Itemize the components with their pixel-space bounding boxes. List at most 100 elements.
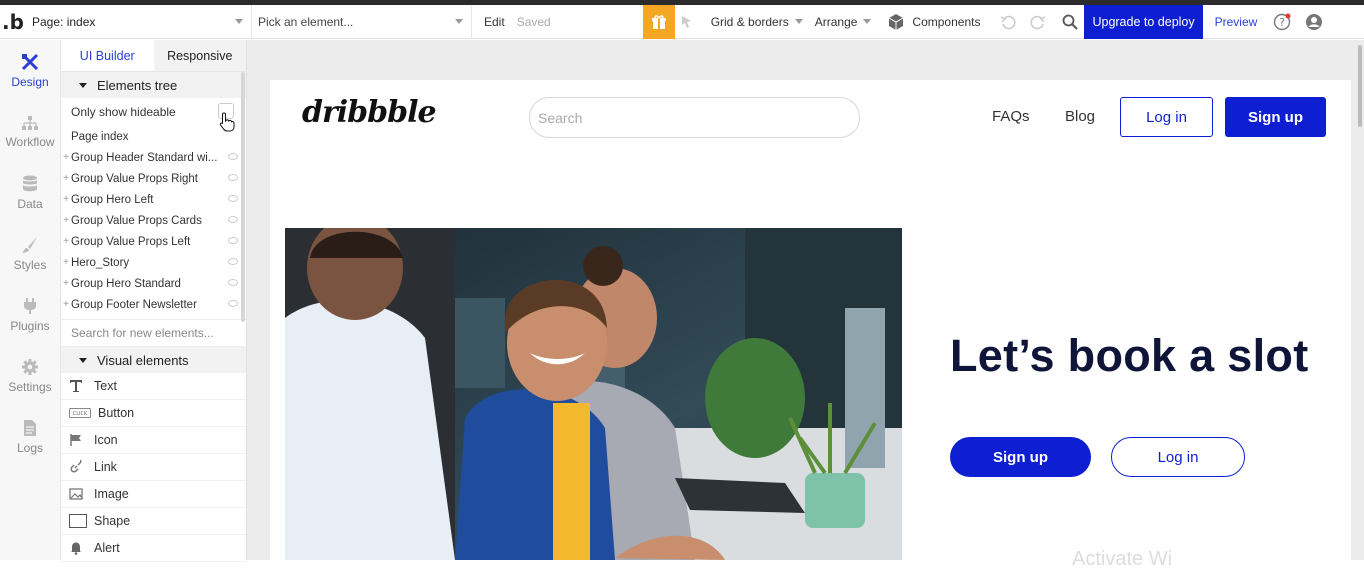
editor-sidebar: Design Workflow Data Styles Plugins Sett… [0,40,61,560]
tree-item-label: Group Value Props Cards [71,214,202,227]
visual-element-icon[interactable]: Icon [61,427,246,454]
tree-item[interactable]: + Group Value Props Right [61,168,246,189]
elements-tree-header[interactable]: Elements tree [61,72,246,98]
flag-icon [69,433,94,447]
nav-link-faqs[interactable]: FAQs [992,108,1030,125]
caret-down-icon [79,357,87,363]
tree-item-page[interactable]: Page index [61,126,246,147]
elements-tree-title: Elements tree [97,77,178,93]
tree-item[interactable]: + Group Hero Standard [61,273,246,294]
sidebar-item-design[interactable]: Design [0,40,60,101]
tree-item[interactable]: + Group Footer Newsletter [61,294,246,315]
design-icon [21,53,39,70]
gift-icon[interactable] [642,4,675,39]
only-show-hideable-label: Only show hideable [71,105,176,119]
gear-icon [22,358,38,375]
panel-scrollbar[interactable] [241,72,245,322]
sidebar-item-plugins[interactable]: Plugins [0,284,60,345]
eye-icon[interactable] [228,258,238,265]
hero-title: Let’s book a slot [950,330,1309,381]
text-icon [69,379,94,393]
expand-icon[interactable]: + [61,299,71,310]
visual-elements-header[interactable]: Visual elements [61,347,246,373]
arrange-label: Arrange [814,14,858,29]
expand-icon[interactable]: + [61,257,71,268]
visual-element-shape[interactable]: Shape [61,508,246,535]
workflow-icon [22,115,38,130]
nav-link-blog[interactable]: Blog [1065,108,1095,125]
bubble-logo[interactable]: .b [0,5,26,39]
edit-button[interactable]: Edit [472,5,511,39]
visual-element-text[interactable]: Text [61,373,246,400]
visual-element-image[interactable]: Image [61,481,246,508]
tab-ui-builder[interactable]: UI Builder [61,40,154,71]
header-login-button[interactable]: Log in [1120,97,1213,137]
undo-icon[interactable] [986,5,1022,39]
eye-icon[interactable] [228,216,238,223]
tree-item[interactable]: + Group Header Standard wi... [61,147,246,168]
visual-element-label: Link [94,460,117,474]
eye-icon[interactable] [228,300,238,307]
panel-tabs: UI Builder Responsive [61,40,246,72]
plug-icon [24,297,36,314]
page-select[interactable]: Page: index [26,4,252,39]
expand-icon[interactable]: + [61,173,71,184]
search-elements-input[interactable]: Search for new elements... [61,319,246,347]
visual-element-label: Shape [94,514,131,528]
sidebar-item-data[interactable]: Data [0,162,60,223]
visual-element-label: Button [98,406,135,420]
sidebar-item-label: Workflow [5,134,55,149]
visual-element-link[interactable]: Link [61,454,246,481]
help-icon[interactable]: ? [1263,5,1297,39]
header-signup-button[interactable]: Sign up [1225,97,1326,137]
visual-elements-title: Visual elements [97,352,189,368]
expand-icon[interactable]: + [61,236,71,247]
sidebar-item-workflow[interactable]: Workflow [0,101,60,162]
account-icon[interactable] [1297,5,1329,39]
arrange-menu[interactable]: Arrange [809,5,878,39]
sidebar-item-label: Settings [8,379,52,394]
hero-signup-button[interactable]: Sign up [950,437,1091,477]
tree-item-label: Group Value Props Left [71,235,191,248]
upgrade-to-deploy-button[interactable]: Upgrade to deploy [1084,4,1203,39]
tree-item-label: Group Hero Standard [71,277,181,290]
tree-item[interactable]: + Hero_Story [61,252,246,273]
tree-item[interactable]: + Group Value Props Cards [61,210,246,231]
components-button[interactable]: Components [877,5,986,39]
tree-item[interactable]: + Group Value Props Left [61,231,246,252]
visual-element-button[interactable]: CLICK Button [61,400,246,427]
visual-element-label: Image [94,487,129,501]
element-select[interactable]: Pick an element... [252,4,472,39]
tab-responsive[interactable]: Responsive [153,40,246,71]
eye-icon[interactable] [228,279,238,286]
tree-item[interactable]: + Group Hero Left [61,189,246,210]
sidebar-item-settings[interactable]: Settings [0,345,60,406]
hero-login-button[interactable]: Log in [1111,437,1245,477]
sidebar-item-logs[interactable]: Logs [0,406,60,467]
eye-icon[interactable] [228,195,238,202]
expand-icon[interactable]: + [61,152,71,163]
page-search-input[interactable]: Search [529,97,860,138]
visual-elements-list: Text CLICK Button Icon Link Image Shape Alert [61,373,246,562]
expand-icon[interactable]: + [61,278,71,289]
redo-icon[interactable] [1022,5,1052,39]
expand-icon[interactable]: + [61,215,71,226]
search-icon[interactable] [1052,5,1084,39]
brand-logo[interactable]: dribbble [302,95,437,130]
expand-icon[interactable]: + [61,194,71,205]
document-icon [24,419,36,436]
tree-item-label: Hero_Story [71,256,130,269]
grid-borders-menu[interactable]: Grid & borders [705,5,809,39]
visual-element-label: Icon [94,433,118,447]
eye-icon[interactable] [228,153,238,160]
sidebar-item-styles[interactable]: Styles [0,223,60,284]
canvas-scrollbar[interactable] [1358,45,1362,127]
sidebar-item-label: Plugins [10,318,50,333]
visual-element-alert[interactable]: Alert [61,535,246,562]
cube-icon [889,13,904,30]
bell-icon [69,541,94,555]
cursor-icon[interactable] [675,5,705,39]
eye-icon[interactable] [228,174,238,181]
preview-button[interactable]: Preview [1203,5,1264,39]
eye-icon[interactable] [228,237,238,244]
